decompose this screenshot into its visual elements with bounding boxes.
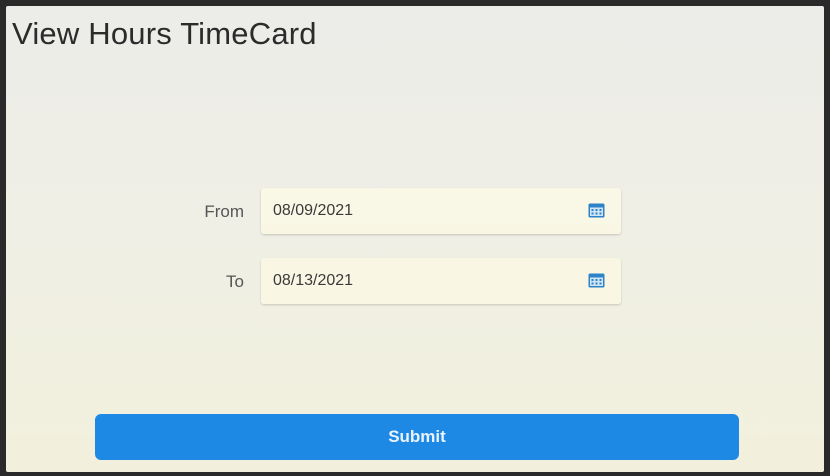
to-date-input[interactable]: 08/13/2021 [261, 258, 621, 304]
from-date-input[interactable]: 08/09/2021 [261, 188, 621, 234]
from-label: From [204, 202, 244, 221]
from-date-value: 08/09/2021 [273, 202, 354, 219]
from-date-row: From 08/09/2021 [6, 188, 824, 236]
page-title: View Hours TimeCard [12, 16, 317, 51]
to-label: To [226, 272, 244, 291]
to-date-row: To 08/13/2021 [6, 258, 824, 306]
app-screen: View Hours TimeCard From 08/09/2021 To 0… [6, 6, 824, 472]
to-date-value: 08/13/2021 [273, 272, 354, 289]
calendar-icon[interactable] [588, 272, 605, 288]
calendar-icon[interactable] [588, 202, 605, 218]
submit-button[interactable]: Submit [95, 414, 739, 460]
